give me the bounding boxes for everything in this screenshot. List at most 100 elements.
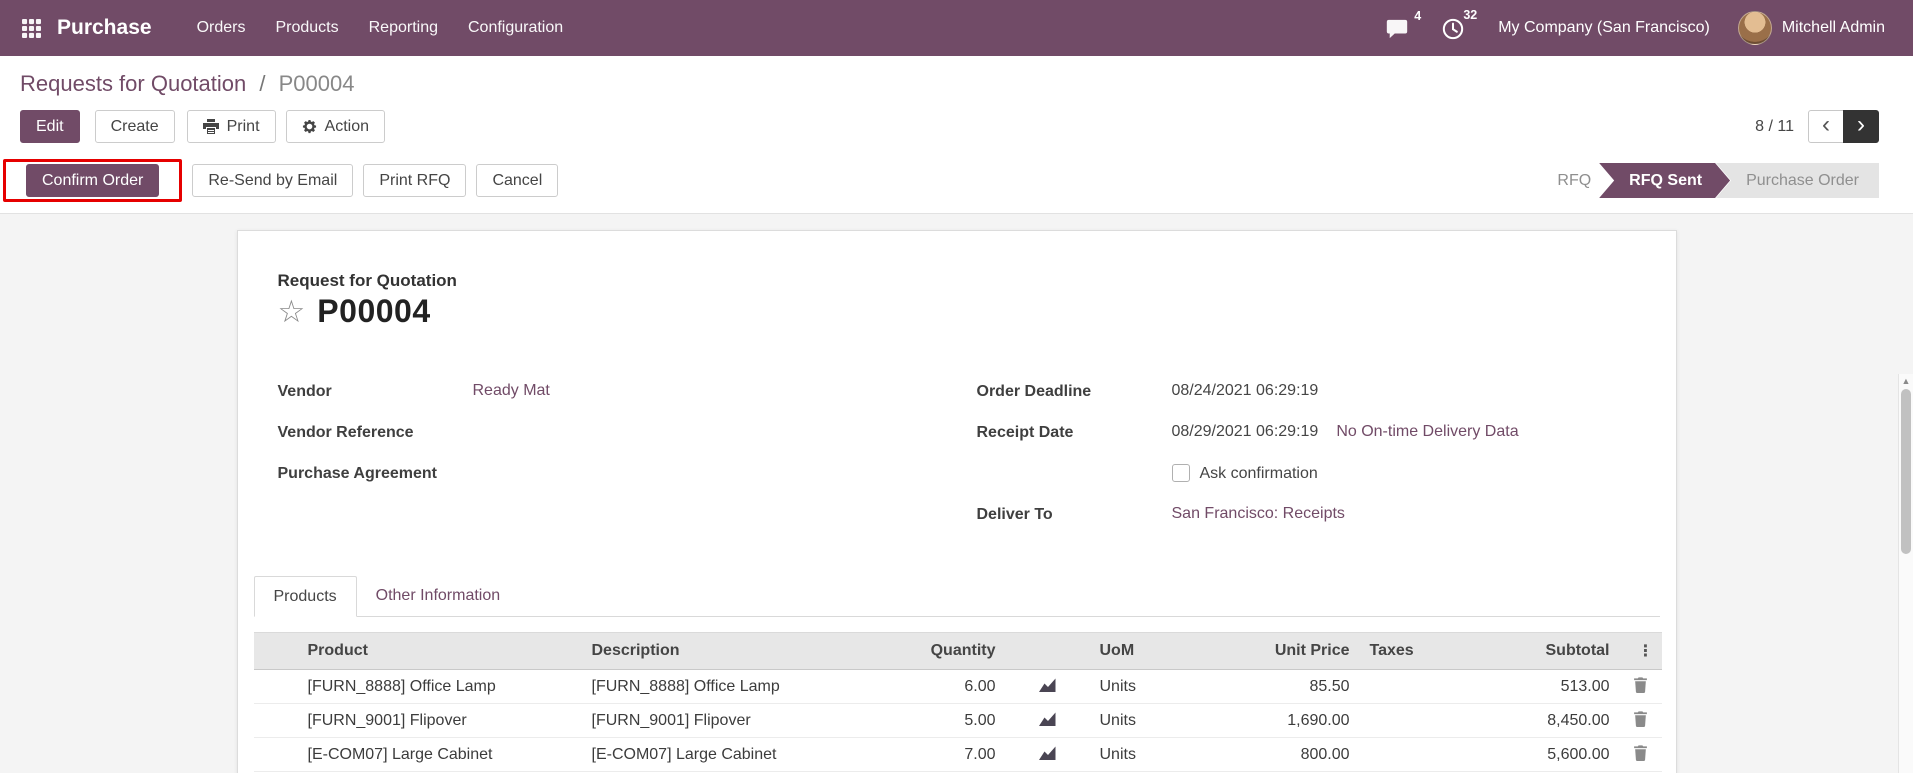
purchase-agreement-label: Purchase Agreement — [277, 465, 437, 482]
activities-button[interactable]: 32 — [1442, 8, 1477, 40]
product-column-header: Product — [297, 632, 582, 670]
action-button[interactable]: Action — [285, 110, 385, 143]
order-line-row[interactable]: [E-COM07] Large Cabinet [E-COM07] Large … — [253, 737, 1662, 772]
pager: 8 / 11 ‹ › — [1755, 110, 1879, 143]
user-menu[interactable]: Mitchell Admin — [1737, 11, 1885, 45]
forecast-column-header — [1005, 632, 1090, 670]
print-rfq-button[interactable]: Print RFQ — [363, 164, 467, 197]
ask-confirmation-label: Ask confirmation — [1199, 465, 1318, 482]
tab-other-information[interactable]: Other Information — [357, 576, 520, 616]
cell-unit-price: 1,690.00 — [1209, 703, 1360, 738]
taxes-column-header: Taxes — [1359, 632, 1460, 670]
table-header-row: Product Description Quantity UoM Unit Pr… — [253, 632, 1662, 670]
cell-taxes — [1359, 737, 1460, 772]
create-button[interactable]: Create — [94, 110, 175, 143]
delete-row-icon[interactable] — [1633, 745, 1648, 761]
order-deadline-value: 08/24/2021 06:29:19 — [1171, 382, 1319, 399]
field-order-deadline: Order Deadline 08/24/2021 06:29:19 — [977, 382, 1636, 423]
deliver-to-label: Deliver To — [976, 506, 1053, 523]
forecast-icon[interactable] — [1038, 678, 1057, 693]
delete-row-icon[interactable] — [1633, 711, 1648, 727]
description-column-header: Description — [581, 632, 846, 670]
ontime-delivery-link[interactable]: No On-time Delivery Data — [1336, 423, 1518, 441]
vendor-reference-label: Vendor Reference — [277, 424, 414, 441]
optional-columns-toggle[interactable]: ⋮ — [1619, 632, 1662, 670]
delete-row-icon[interactable] — [1633, 677, 1648, 693]
cell-quantity: 7.00 — [845, 737, 1006, 772]
confirm-order-button[interactable]: Confirm Order — [26, 164, 160, 197]
favorite-star-icon[interactable]: ☆ — [278, 296, 306, 327]
handle-column-header — [253, 632, 298, 670]
cell-description: [E-COM07] Large Cabinet — [581, 737, 846, 772]
menu-reporting[interactable]: Reporting — [354, 10, 453, 46]
field-vendor: Vendor Ready Mat — [278, 382, 937, 423]
tab-products[interactable]: Products — [253, 576, 357, 617]
messages-button[interactable]: 4 — [1386, 9, 1421, 39]
status-step-rfq-sent[interactable]: RFQ Sent — [1599, 163, 1730, 198]
deliver-to-value-link[interactable]: San Francisco: Receipts — [1172, 505, 1345, 523]
cell-unit-price: 800.00 — [1209, 737, 1360, 772]
cell-uom: Units — [1089, 737, 1210, 772]
pager-counter[interactable]: 8 / 11 — [1755, 118, 1794, 136]
cancel-button[interactable]: Cancel — [476, 164, 559, 197]
notebook-tabs: Products Other Information — [253, 576, 1660, 617]
company-switcher[interactable]: My Company (San Francisco) — [1498, 19, 1710, 37]
field-deliver-to: Deliver To San Francisco: Receipts — [977, 505, 1636, 546]
order-line-row[interactable]: [FURN_8888] Office Lamp [FURN_8888] Offi… — [253, 669, 1662, 704]
cell-description: [FURN_9001] Flipover — [581, 703, 846, 738]
status-step-rfq[interactable]: RFQ — [1539, 163, 1613, 198]
breadcrumb-separator: / — [259, 71, 266, 96]
order-line-row[interactable]: [FURN_9001] Flipover [FURN_9001] Flipove… — [253, 703, 1662, 738]
action-label: Action — [324, 118, 369, 135]
print-button[interactable]: Print — [186, 110, 276, 143]
control-panel: Requests for Quotation / P00004 Edit Cre… — [0, 56, 1913, 156]
statusbar-row: Confirm Order Re-Send by Email Print RFQ… — [0, 156, 1913, 214]
cell-uom: Units — [1089, 703, 1210, 738]
print-label: Print — [226, 118, 260, 135]
content-area: Request for Quotation ☆ P00004 Vendor Re… — [0, 214, 1913, 773]
main-menu: Orders Products Reporting Configuration — [182, 10, 579, 46]
field-group-right: Order Deadline 08/24/2021 06:29:19 Recei… — [977, 382, 1636, 546]
vendor-value-link[interactable]: Ready Mat — [473, 382, 550, 400]
status-step-purchase-order[interactable]: Purchase Order — [1716, 163, 1879, 198]
forecast-icon[interactable] — [1038, 746, 1057, 761]
annotation-highlight-box: Confirm Order — [3, 159, 183, 202]
navbar-systray: 4 32 My Company (San Francisco) Mitchell… — [1386, 8, 1885, 45]
menu-configuration[interactable]: Configuration — [453, 10, 578, 46]
scrollbar-thumb[interactable] — [1901, 389, 1911, 554]
apps-menu-button[interactable] — [16, 13, 47, 44]
menu-products[interactable]: Products — [260, 10, 353, 46]
app-brand[interactable]: Purchase — [57, 16, 152, 40]
vendor-label: Vendor — [277, 383, 332, 400]
user-avatar — [1737, 11, 1772, 45]
pager-next-button[interactable]: › — [1843, 110, 1879, 143]
cell-uom: Units — [1089, 669, 1210, 704]
scroll-up-arrow[interactable]: ▲ — [1899, 376, 1913, 386]
field-receipt-date: Receipt Date 08/29/2021 06:29:19 No On-t… — [977, 423, 1636, 464]
quantity-column-header: Quantity — [845, 632, 1006, 670]
clock-icon — [1443, 18, 1464, 40]
subtotal-column-header: Subtotal — [1459, 632, 1620, 670]
field-group-left: Vendor Ready Mat Vendor Reference Purcha… — [278, 382, 937, 546]
field-ask-confirmation: Ask confirmation — [977, 464, 1636, 505]
user-name: Mitchell Admin — [1781, 19, 1885, 36]
order-deadline-label: Order Deadline — [976, 383, 1092, 400]
pager-previous-button[interactable]: ‹ — [1808, 110, 1844, 143]
field-groups: Vendor Ready Mat Vendor Reference Purcha… — [238, 330, 1676, 546]
cell-product: [FURN_9001] Flipover — [297, 703, 582, 738]
field-purchase-agreement: Purchase Agreement — [278, 464, 937, 505]
cell-subtotal: 513.00 — [1459, 669, 1620, 704]
ask-confirmation-checkbox[interactable] — [1171, 464, 1190, 482]
apps-grid-icon — [22, 18, 41, 38]
top-navbar: Purchase Orders Products Reporting Confi… — [0, 0, 1913, 56]
forecast-icon[interactable] — [1038, 712, 1057, 727]
menu-orders[interactable]: Orders — [182, 10, 261, 46]
edit-button[interactable]: Edit — [20, 110, 80, 143]
breadcrumb-parent-link[interactable]: Requests for Quotation — [20, 71, 246, 96]
record-name: P00004 — [317, 293, 431, 329]
cell-taxes — [1359, 669, 1460, 704]
resend-by-email-button[interactable]: Re-Send by Email — [192, 164, 354, 197]
control-panel-buttons: Edit Create Print Action 8 / 11 ‹ › — [20, 110, 1879, 156]
document-type-label: Request for Quotation — [277, 271, 457, 290]
cell-product: [FURN_8888] Office Lamp — [297, 669, 582, 704]
